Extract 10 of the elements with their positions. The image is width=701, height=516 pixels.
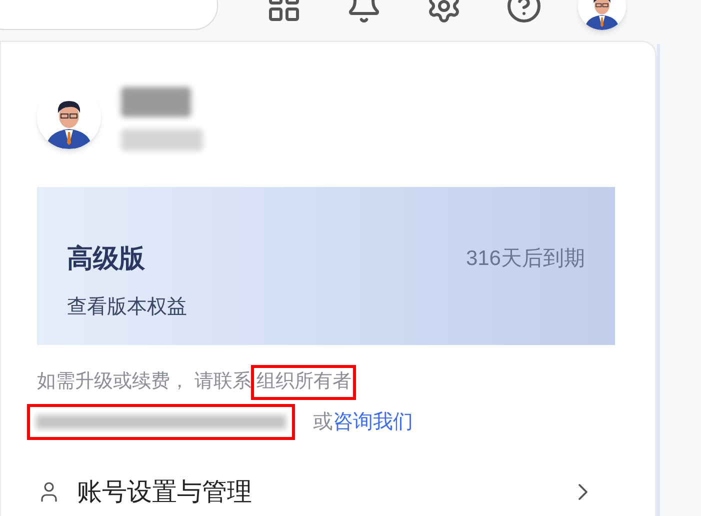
or-text: 或: [313, 410, 333, 434]
profile-avatar-icon: [37, 85, 101, 149]
blurred-username: [121, 87, 191, 117]
contact-us-link[interactable]: 咨询我们: [333, 406, 413, 436]
plan-benefits-link[interactable]: 查看版本权益: [67, 292, 187, 322]
plan-name: 高级版: [67, 242, 145, 275]
plan-expiry: 316天后到期: [466, 246, 585, 272]
account-settings-menu-item[interactable]: 账号设置与管理: [37, 474, 597, 511]
highlighted-owner-text: 组织所有者: [251, 365, 356, 400]
notice-text: 如需升级或续费， 请联系: [37, 370, 252, 394]
